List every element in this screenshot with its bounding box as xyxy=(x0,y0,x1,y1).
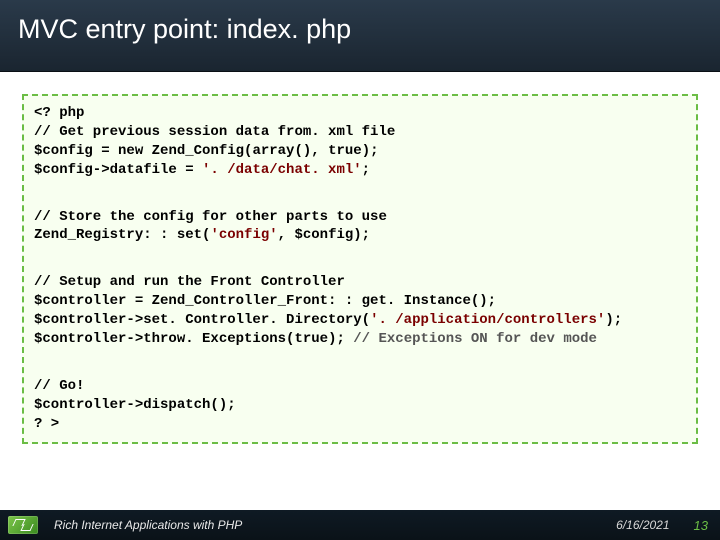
code-line: // Setup and run the Front Controller xyxy=(34,273,686,292)
slide-header: MVC entry point: index. php xyxy=(0,0,720,72)
code-line: $config = new Zend_Config(array(), true)… xyxy=(34,142,686,161)
zend-logo xyxy=(8,516,38,534)
footer-page-number: 13 xyxy=(694,518,708,533)
code-line: // Get previous session data from. xml f… xyxy=(34,123,686,142)
slide-content: <? php // Get previous session data from… xyxy=(0,72,720,444)
code-line: Zend_Registry: : set('config', $config); xyxy=(34,226,686,245)
zend-logo-icon xyxy=(8,516,38,534)
code-line: ? > xyxy=(34,415,686,434)
code-line: $controller->throw. Exceptions(true); //… xyxy=(34,330,686,349)
footer-title: Rich Internet Applications with PHP xyxy=(54,518,616,532)
footer-date: 6/16/2021 xyxy=(616,518,669,532)
code-line: $controller = Zend_Controller_Front: : g… xyxy=(34,292,686,311)
code-line: $controller->set. Controller. Directory(… xyxy=(34,311,686,330)
slide-title: MVC entry point: index. php xyxy=(18,14,702,45)
code-line: // Store the config for other parts to u… xyxy=(34,208,686,227)
slide-footer: Rich Internet Applications with PHP 6/16… xyxy=(0,510,720,540)
code-line: $controller->dispatch(); xyxy=(34,396,686,415)
code-line: <? php xyxy=(34,104,686,123)
code-line: // Go! xyxy=(34,377,686,396)
code-block: <? php // Get previous session data from… xyxy=(22,94,698,444)
code-line: $config->datafile = '. /data/chat. xml'; xyxy=(34,161,686,180)
